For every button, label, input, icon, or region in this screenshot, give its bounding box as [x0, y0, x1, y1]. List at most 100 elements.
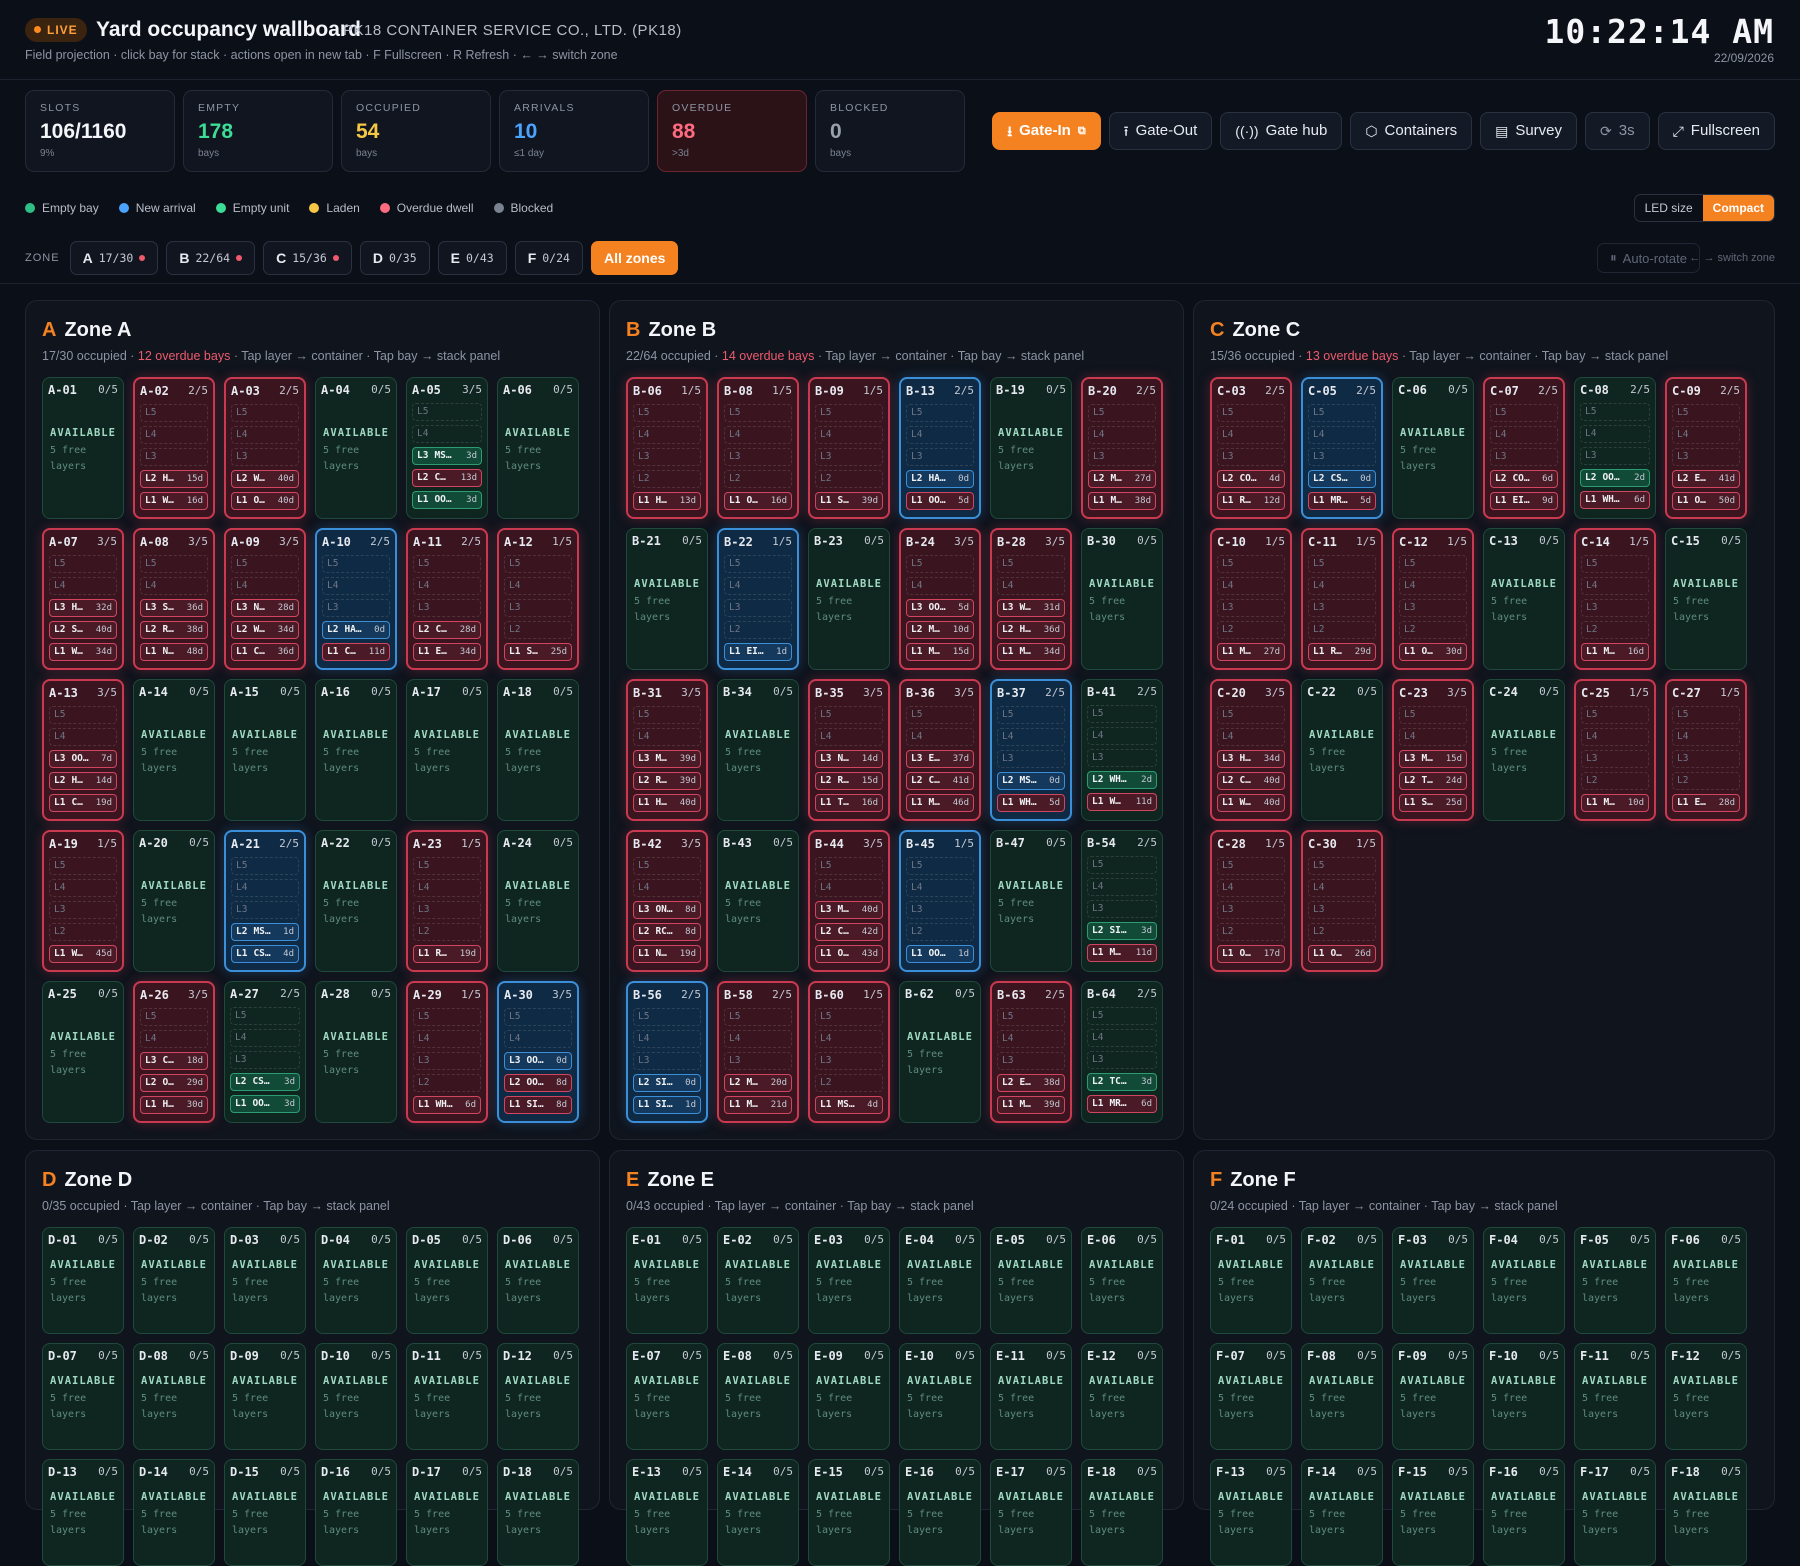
bay-e-12[interactable]: E-12 0/5 AVAILABLE 5 free layers — [1081, 1343, 1163, 1450]
layer-container-l2[interactable]: L2 TC… 3d — [1087, 1073, 1157, 1091]
layer-container-l2[interactable]: L2 SI… 0d — [633, 1074, 701, 1092]
bay-c-25[interactable]: C-25 1/5 L5 L4 L3 L2 L1 M… 10d — [1574, 679, 1656, 821]
layer-empty-l4[interactable]: L4 — [1672, 728, 1740, 746]
layer-empty-l4[interactable]: L4 — [1581, 577, 1649, 595]
layer-empty-l3[interactable]: L3 — [413, 599, 481, 617]
containers-button[interactable]: ⬡ Containers — [1350, 112, 1473, 150]
bay-e-04[interactable]: E-04 0/5 AVAILABLE 5 free layers — [899, 1227, 981, 1334]
layer-container-l2[interactable]: L2 O… 29d — [140, 1074, 208, 1092]
layer-container-l1[interactable]: L1 WH… 5d — [997, 794, 1065, 812]
fullscreen-button[interactable]: ⤢ Fullscreen — [1657, 112, 1775, 150]
bay-a-16[interactable]: A-16 0/5 AVAILABLE 5 free layers — [315, 679, 397, 821]
layer-empty-l4[interactable]: L4 — [1087, 878, 1157, 896]
layer-empty-l3[interactable]: L3 — [1087, 900, 1157, 918]
layer-empty-l4[interactable]: L4 — [633, 879, 701, 897]
layer-container-l2[interactable]: L2 H… 15d — [140, 470, 208, 488]
bay-d-10[interactable]: D-10 0/5 AVAILABLE 5 free layers — [315, 1343, 397, 1450]
bay-d-01[interactable]: D-01 0/5 AVAILABLE 5 free layers — [42, 1227, 124, 1334]
layer-empty-l4[interactable]: L4 — [1399, 577, 1467, 595]
layer-container-l1[interactable]: L1 MS… 4d — [815, 1096, 883, 1114]
layer-container-l1[interactable]: L1 M… 21d — [724, 1096, 792, 1114]
layer-empty-l2[interactable]: L2 — [815, 1074, 883, 1092]
layer-empty-l2[interactable]: L2 — [724, 470, 792, 488]
bay-b-47[interactable]: B-47 0/5 AVAILABLE 5 free layers — [990, 830, 1072, 972]
layer-empty-l5[interactable]: L5 — [724, 1008, 792, 1026]
bay-e-16[interactable]: E-16 0/5 AVAILABLE 5 free layers — [899, 1459, 981, 1566]
bay-e-13[interactable]: E-13 0/5 AVAILABLE 5 free layers — [626, 1459, 708, 1566]
layer-container-l2[interactable]: L2 CS… 3d — [230, 1073, 300, 1091]
layer-empty-l4[interactable]: L4 — [231, 879, 299, 897]
bay-a-23[interactable]: A-23 1/5 L5 L4 L3 L2 L1 R… 19d — [406, 830, 488, 972]
layer-empty-l5[interactable]: L5 — [906, 555, 974, 573]
layer-empty-l5[interactable]: L5 — [997, 706, 1065, 724]
bay-c-13[interactable]: C-13 0/5 AVAILABLE 5 free layers — [1483, 528, 1565, 670]
bay-f-07[interactable]: F-07 0/5 AVAILABLE 5 free layers — [1210, 1343, 1292, 1450]
layer-empty-l5[interactable]: L5 — [997, 555, 1065, 573]
layer-empty-l4[interactable]: L4 — [322, 577, 390, 595]
layer-container-l2[interactable]: L2 R… 39d — [633, 772, 701, 790]
bay-e-17[interactable]: E-17 0/5 AVAILABLE 5 free layers — [990, 1459, 1072, 1566]
layer-empty-l3[interactable]: L3 — [413, 901, 481, 919]
layer-container-l2[interactable]: L2 C… 13d — [412, 469, 482, 487]
bay-f-18[interactable]: F-18 0/5 AVAILABLE 5 free layers — [1665, 1459, 1747, 1566]
layer-container-l1[interactable]: L1 C… 19d — [49, 794, 117, 812]
bay-d-08[interactable]: D-08 0/5 AVAILABLE 5 free layers — [133, 1343, 215, 1450]
layer-container-l1[interactable]: L1 O… 16d — [724, 492, 792, 510]
layer-empty-l4[interactable]: L4 — [140, 577, 208, 595]
layer-container-l2[interactable]: L2 HA… 0d — [906, 470, 974, 488]
layer-empty-l2[interactable]: L2 — [815, 470, 883, 488]
layer-container-l1[interactable]: L1 M… 10d — [1581, 794, 1649, 812]
bay-d-09[interactable]: D-09 0/5 AVAILABLE 5 free layers — [224, 1343, 306, 1450]
bay-a-04[interactable]: A-04 0/5 AVAILABLE 5 free layers — [315, 377, 397, 519]
layer-empty-l5[interactable]: L5 — [1217, 555, 1285, 573]
layer-container-l3[interactable]: L3 W… 31d — [997, 599, 1065, 617]
layer-empty-l4[interactable]: L4 — [1088, 426, 1156, 444]
bay-a-28[interactable]: A-28 0/5 AVAILABLE 5 free layers — [315, 981, 397, 1123]
layer-empty-l5[interactable]: L5 — [230, 1007, 300, 1025]
layer-empty-l3[interactable]: L3 — [1581, 750, 1649, 768]
layer-empty-l3[interactable]: L3 — [815, 1052, 883, 1070]
layer-empty-l5[interactable]: L5 — [1490, 404, 1558, 422]
zone-chip-e[interactable]: E 0/43 — [437, 241, 507, 275]
layer-empty-l4[interactable]: L4 — [906, 426, 974, 444]
layer-container-l1[interactable]: L1 R… 19d — [413, 945, 481, 963]
layer-empty-l5[interactable]: L5 — [724, 555, 792, 573]
bay-a-09[interactable]: A-09 3/5 L5 L4 L3 N… 28d L2 W… 34d L1 C… 36d — [224, 528, 306, 670]
layer-empty-l4[interactable]: L4 — [49, 728, 117, 746]
layer-empty-l3[interactable]: L3 — [1308, 599, 1376, 617]
layer-empty-l5[interactable]: L5 — [1672, 706, 1740, 724]
layer-empty-l3[interactable]: L3 — [633, 1052, 701, 1070]
layer-container-l1[interactable]: L1 OO… 1d — [906, 945, 974, 963]
layer-container-l1[interactable]: L1 MR… 5d — [1308, 492, 1376, 510]
layer-empty-l4[interactable]: L4 — [1399, 728, 1467, 746]
bay-f-09[interactable]: F-09 0/5 AVAILABLE 5 free layers — [1392, 1343, 1474, 1450]
layer-empty-l3[interactable]: L3 — [1490, 448, 1558, 466]
bay-b-34[interactable]: B-34 0/5 AVAILABLE 5 free layers — [717, 679, 799, 821]
layer-container-l3[interactable]: L3 OO… 7d — [49, 750, 117, 768]
bay-e-07[interactable]: E-07 0/5 AVAILABLE 5 free layers — [626, 1343, 708, 1450]
layer-empty-l4[interactable]: L4 — [1087, 1029, 1157, 1047]
layer-empty-l5[interactable]: L5 — [49, 857, 117, 875]
layer-container-l3[interactable]: L3 OO… 0d — [504, 1052, 572, 1070]
layer-empty-l4[interactable]: L4 — [1672, 426, 1740, 444]
layer-empty-l4[interactable]: L4 — [231, 577, 299, 595]
layer-empty-l5[interactable]: L5 — [140, 1008, 208, 1026]
layer-container-l3[interactable]: L3 M… 39d — [633, 750, 701, 768]
layer-empty-l5[interactable]: L5 — [322, 555, 390, 573]
bay-e-11[interactable]: E-11 0/5 AVAILABLE 5 free layers — [990, 1343, 1072, 1450]
bay-d-13[interactable]: D-13 0/5 AVAILABLE 5 free layers — [42, 1459, 124, 1566]
layer-container-l1[interactable]: L1 W… 34d — [49, 643, 117, 661]
layer-container-l1[interactable]: L1 M… 27d — [1217, 643, 1285, 661]
bay-a-29[interactable]: A-29 1/5 L5 L4 L3 L2 L1 WH… 6d — [406, 981, 488, 1123]
zone-chip-c[interactable]: C 15/36 — [263, 241, 352, 275]
bay-b-42[interactable]: B-42 3/5 L5 L4 L3 ON… 8d L2 RC… 8d L1 N… 19d — [626, 830, 708, 972]
gate-out-button[interactable]: ⭱ Gate-Out — [1108, 112, 1213, 150]
bay-b-31[interactable]: B-31 3/5 L5 L4 L3 M… 39d L2 R… 39d L1 H… 40d — [626, 679, 708, 821]
bay-a-15[interactable]: A-15 0/5 AVAILABLE 5 free layers — [224, 679, 306, 821]
layer-empty-l4[interactable]: L4 — [504, 577, 572, 595]
layer-empty-l5[interactable]: L5 — [231, 404, 299, 422]
bay-b-44[interactable]: B-44 3/5 L5 L4 L3 M… 40d L2 C… 42d L1 O… 43d — [808, 830, 890, 972]
layer-empty-l3[interactable]: L3 — [140, 448, 208, 466]
layer-empty-l4[interactable]: L4 — [49, 879, 117, 897]
bay-f-08[interactable]: F-08 0/5 AVAILABLE 5 free layers — [1301, 1343, 1383, 1450]
